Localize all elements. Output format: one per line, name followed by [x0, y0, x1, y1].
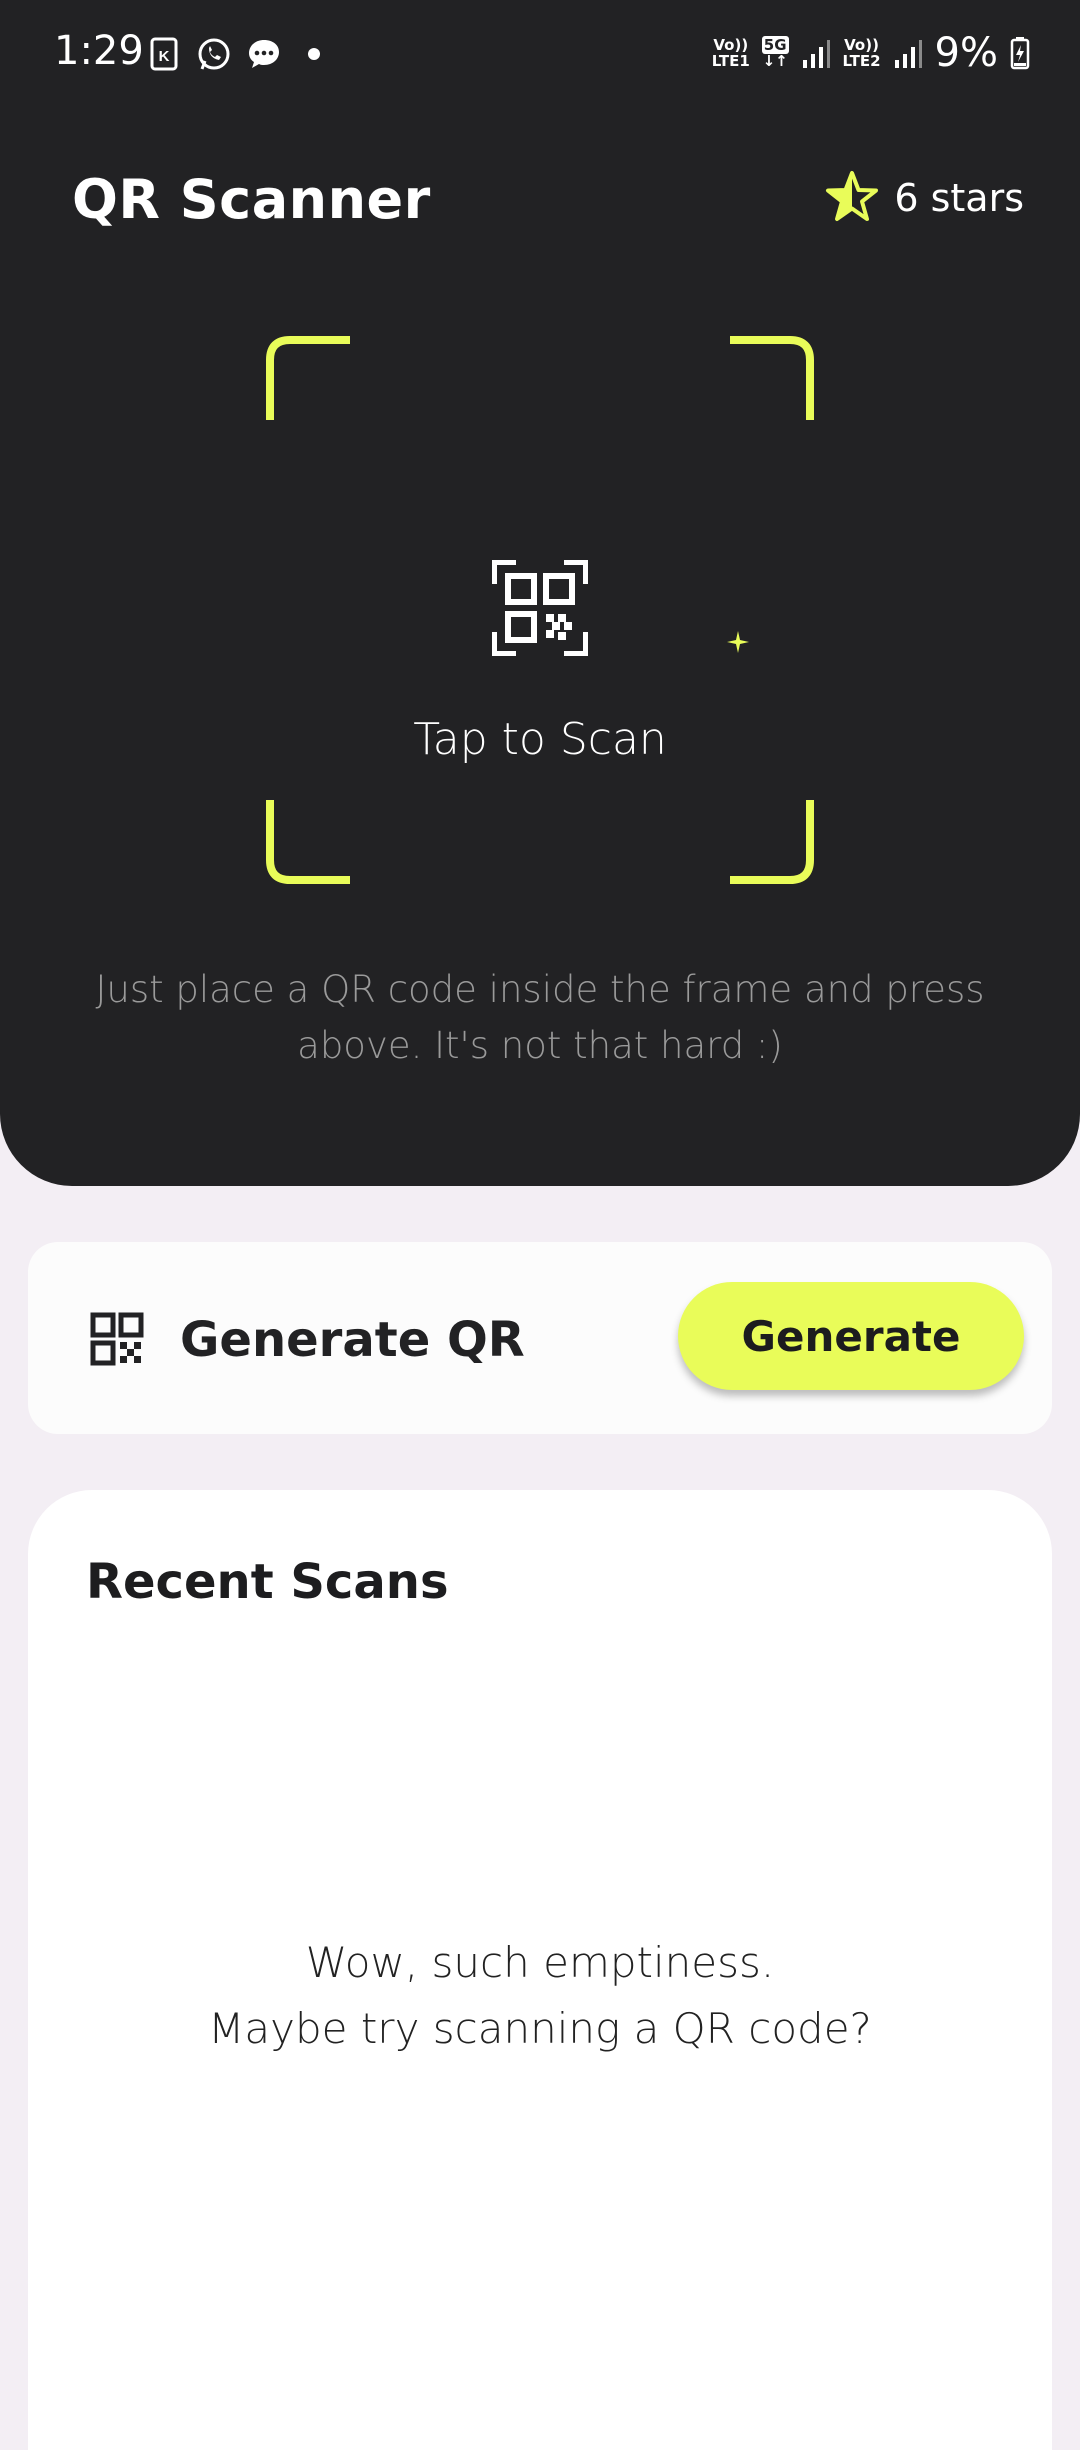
recent-scans-card: Recent Scans Wow, such emptiness. Maybe …	[28, 1490, 1052, 2450]
status-time: 1:29	[54, 28, 144, 74]
svg-text:K: K	[159, 48, 170, 65]
tap-to-scan-label[interactable]: Tap to Scan	[0, 714, 1080, 765]
generate-qr-title: Generate QR	[180, 1312, 525, 1368]
signal-sim2-icon	[894, 40, 922, 68]
qr-code-icon	[90, 1312, 144, 1366]
sim2-volte-label: Vo)) LTE2	[843, 37, 881, 69]
notification-dot-icon	[308, 48, 320, 60]
scan-hint-text: Just place a QR code inside the frame an…	[95, 968, 985, 1067]
network-5g-text: 5G	[761, 36, 789, 54]
scanner-panel: 1:29 K Vo)) LTE1 5G ↓↑ Vo)) LTE2 9% QR S…	[0, 0, 1080, 1186]
battery-charging-icon	[1010, 37, 1030, 70]
generate-button[interactable]: Generate	[678, 1282, 1024, 1390]
qr-scan-icon[interactable]	[492, 560, 588, 656]
empty-state-message: Wow, such emptiness. Maybe try scanning …	[28, 1930, 1052, 2062]
app-title: QR Scanner	[72, 168, 431, 231]
battery-percent: 9%	[934, 30, 998, 76]
network-5g-label: 5G ↓↑	[761, 36, 789, 70]
sim1-volte-label: Vo)) LTE1	[712, 37, 750, 69]
generate-qr-card: Generate QR Generate	[28, 1242, 1052, 1434]
recent-scans-title: Recent Scans	[86, 1554, 449, 1610]
sim1-volte-bottom: LTE1	[711, 52, 750, 70]
status-bar: 1:29 K Vo)) LTE1 5G ↓↑ Vo)) LTE2 9%	[0, 0, 1080, 112]
star-icon	[826, 171, 879, 221]
stars-badge[interactable]: 6 stars	[824, 170, 1024, 226]
stars-count: 6 stars	[894, 176, 1024, 220]
whatsapp-icon	[198, 38, 230, 70]
signal-sim1-icon	[802, 40, 830, 68]
notification-icons: K	[146, 36, 332, 72]
status-indicators: Vo)) LTE1 5G ↓↑ Vo)) LTE2 9%	[712, 30, 1030, 76]
sparkle-icon	[727, 631, 749, 653]
k-app-icon: K	[150, 37, 178, 71]
empty-state-line2: Maybe try scanning a QR code?	[208, 2004, 872, 2053]
sim2-volte-bottom: LTE2	[842, 52, 881, 70]
message-icon	[249, 40, 279, 68]
empty-state-line1: Wow, such emptiness.	[305, 1938, 775, 1987]
